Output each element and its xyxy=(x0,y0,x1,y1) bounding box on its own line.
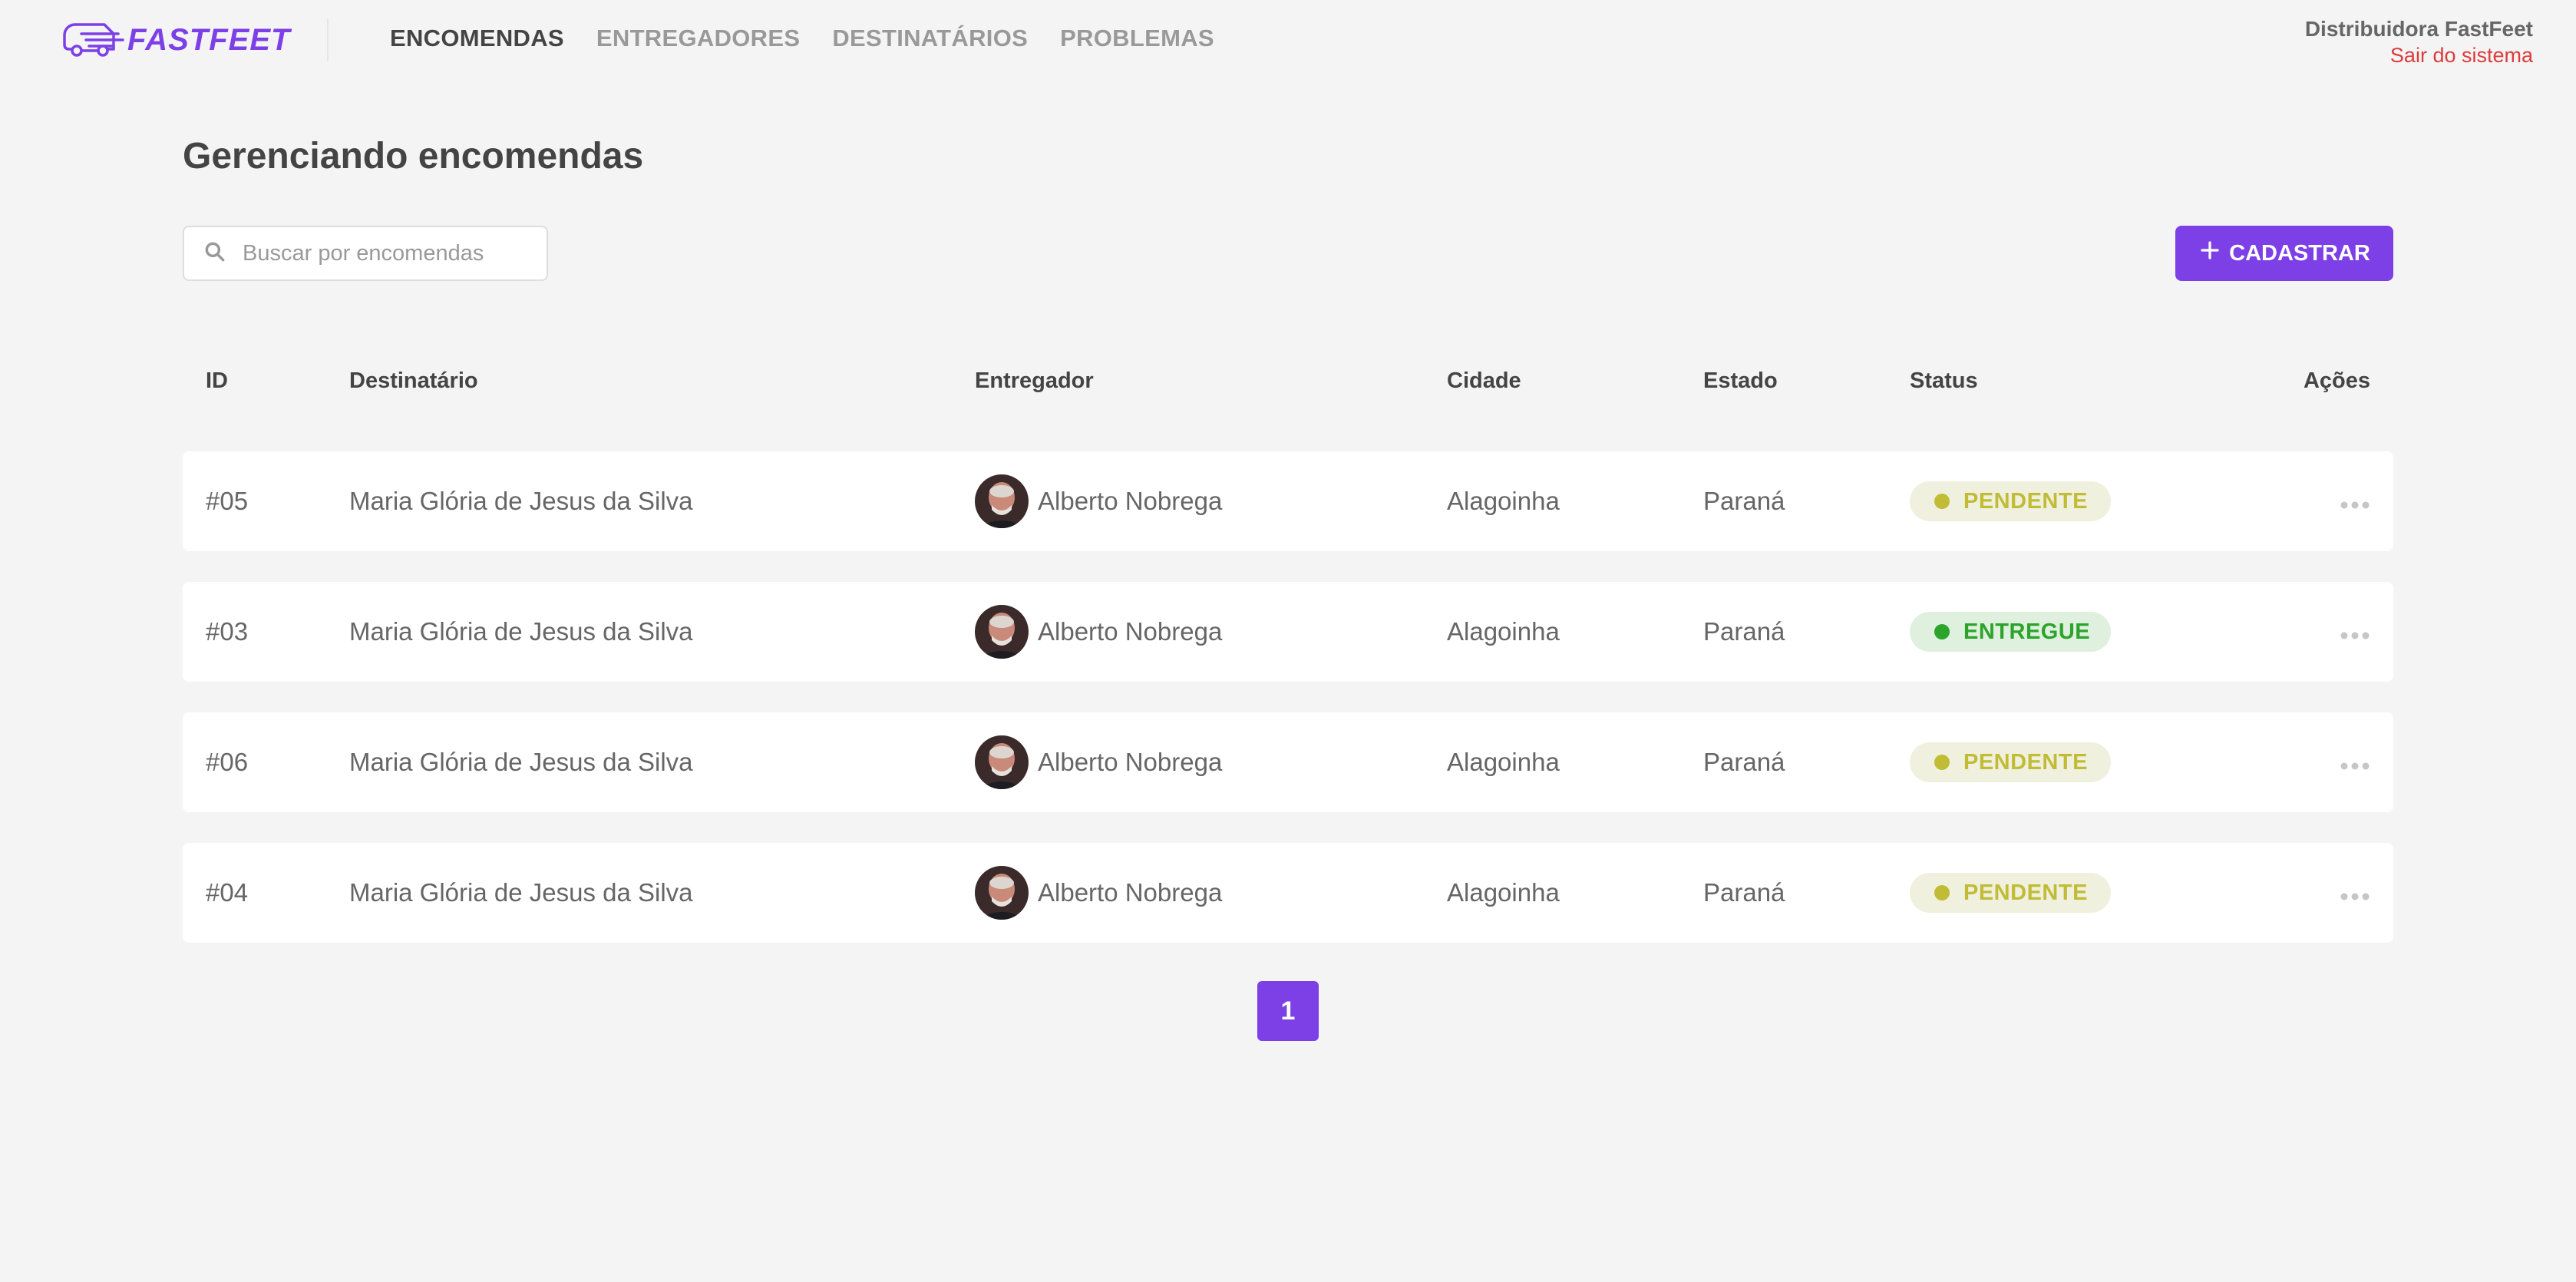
city: Alagoinha xyxy=(1447,487,1560,515)
nav-item-entregadores[interactable]: ENTREGADORES xyxy=(596,25,800,52)
status-cell: PENDENTE xyxy=(1910,843,2111,943)
status-badge: PENDENTE xyxy=(1910,873,2111,913)
avatar xyxy=(975,605,1029,659)
add-order-button[interactable]: CADASTRAR xyxy=(2175,226,2393,281)
more-actions-button[interactable] xyxy=(2340,843,2370,943)
status-label: PENDENTE xyxy=(1963,880,2088,905)
deliveryman: Alberto Nobrega xyxy=(975,451,1222,551)
order-id: #04 xyxy=(206,878,249,907)
deliveryman: Alberto Nobrega xyxy=(975,582,1222,682)
order-id: #06 xyxy=(206,748,249,776)
table-row: #03 Maria Glória de Jesus da Silva Alber… xyxy=(183,582,2393,682)
user-profile: Distribuidora FastFeet Sair do sistema xyxy=(2305,15,2533,68)
delivery-truck-icon xyxy=(58,17,124,64)
order-id: #03 xyxy=(206,617,249,646)
status-badge: ENTREGUE xyxy=(1910,612,2111,652)
status-badge: PENDENTE xyxy=(1910,742,2111,782)
deliveryman-name: Alberto Nobrega xyxy=(1038,748,1223,776)
pagination-page-button[interactable]: 1 xyxy=(1257,981,1319,1041)
column-header-status: Status xyxy=(1910,368,1978,393)
city: Alagoinha xyxy=(1447,748,1560,776)
more-horizontal-icon xyxy=(2340,748,2370,777)
logout-link[interactable]: Sair do sistema xyxy=(2305,43,2533,68)
logo-text: FASTFEET xyxy=(127,22,291,57)
status-label: ENTREGUE xyxy=(1963,619,2091,644)
more-horizontal-icon xyxy=(2340,617,2370,646)
state: Paraná xyxy=(1703,487,1785,515)
column-header-actions: Ações xyxy=(2303,368,2370,393)
state: Paraná xyxy=(1703,878,1785,907)
avatar xyxy=(975,474,1029,528)
header-divider xyxy=(327,18,329,61)
fastfeet-logo[interactable]: FASTFEET xyxy=(58,18,290,61)
table-header: ID Destinatário Entregador Cidade Estado… xyxy=(183,368,2393,402)
table-row: #05 Maria Glória de Jesus da Silva Alber… xyxy=(183,451,2393,551)
more-horizontal-icon xyxy=(2340,487,2370,516)
status-badge: PENDENTE xyxy=(1910,481,2111,521)
deliveryman: Alberto Nobrega xyxy=(975,712,1222,812)
nav-item-problemas[interactable]: PROBLEMAS xyxy=(1060,25,1214,52)
status-label: PENDENTE xyxy=(1963,488,2088,514)
page-title: Gerenciando encomendas xyxy=(183,136,644,177)
deliveryman-name: Alberto Nobrega xyxy=(1038,487,1223,515)
more-horizontal-icon xyxy=(2340,878,2370,907)
column-header-deliveryman: Entregador xyxy=(975,368,1094,393)
main-nav: ENCOMENDAS ENTREGADORES DESTINATÁRIOS PR… xyxy=(390,25,1214,52)
recipient-name: Maria Glória de Jesus da Silva xyxy=(349,748,693,776)
add-button-label: CADASTRAR xyxy=(2229,240,2370,266)
city: Alagoinha xyxy=(1447,617,1560,646)
city: Alagoinha xyxy=(1447,878,1560,907)
recipient-name: Maria Glória de Jesus da Silva xyxy=(349,617,693,646)
more-actions-button[interactable] xyxy=(2340,712,2370,812)
status-dot-icon xyxy=(1934,755,1950,770)
recipient-name: Maria Glória de Jesus da Silva xyxy=(349,878,693,907)
deliveryman-name: Alberto Nobrega xyxy=(1038,617,1223,646)
top-header: FASTFEET ENCOMENDAS ENTREGADORES DESTINA… xyxy=(0,0,2576,83)
column-header-id: ID xyxy=(206,368,228,393)
column-header-state: Estado xyxy=(1703,368,1778,393)
status-cell: PENDENTE xyxy=(1910,712,2111,812)
user-name: Distribuidora FastFeet xyxy=(2304,17,2533,41)
order-id: #05 xyxy=(206,487,249,515)
status-dot-icon xyxy=(1934,624,1950,639)
avatar xyxy=(975,735,1029,789)
table-row: #04 Maria Glória de Jesus da Silva Alber… xyxy=(183,843,2393,943)
avatar xyxy=(975,866,1029,920)
status-label: PENDENTE xyxy=(1963,749,2088,775)
column-header-recipient: Destinatário xyxy=(349,368,478,393)
search-icon xyxy=(203,240,227,268)
recipient-name: Maria Glória de Jesus da Silva xyxy=(349,487,693,515)
nav-item-encomendas[interactable]: ENCOMENDAS xyxy=(390,25,564,52)
deliveryman: Alberto Nobrega xyxy=(975,843,1222,943)
plus-icon xyxy=(2198,239,2221,268)
state: Paraná xyxy=(1703,617,1785,646)
nav-item-destinatarios[interactable]: DESTINATÁRIOS xyxy=(832,25,1028,52)
search-input[interactable] xyxy=(243,240,534,266)
column-header-city: Cidade xyxy=(1447,368,1521,393)
state: Paraná xyxy=(1703,748,1785,776)
status-cell: PENDENTE xyxy=(1910,451,2111,551)
table-row: #06 Maria Glória de Jesus da Silva Alber… xyxy=(183,712,2393,812)
status-dot-icon xyxy=(1934,885,1950,900)
deliveryman-name: Alberto Nobrega xyxy=(1038,878,1223,907)
more-actions-button[interactable] xyxy=(2340,582,2370,682)
more-actions-button[interactable] xyxy=(2340,451,2370,551)
search-box[interactable] xyxy=(183,226,548,281)
status-cell: ENTREGUE xyxy=(1910,582,2111,682)
status-dot-icon xyxy=(1934,494,1950,509)
